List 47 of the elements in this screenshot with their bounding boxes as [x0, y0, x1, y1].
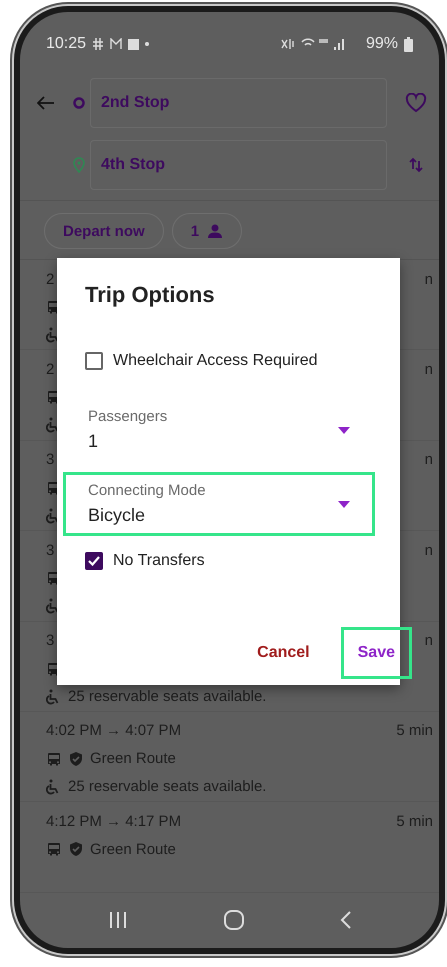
seats-text: 25 reservable seats available. [68, 778, 266, 796]
dot-icon [145, 42, 150, 46]
mail-icon [110, 38, 122, 50]
dialog-title: Trip Options [85, 282, 216, 308]
dropdown-field[interactable]: Connecting Mode Bicycle [63, 472, 375, 536]
status-time: 10:25 [46, 35, 86, 54]
bus-icon [46, 841, 62, 858]
shield-check-icon [68, 841, 84, 858]
trip-time: 2 [46, 360, 54, 378]
back-icon[interactable] [340, 910, 352, 930]
trip-duration: n [424, 632, 433, 650]
seats-text: 25 reservable seats available. [68, 688, 266, 706]
hash-icon [92, 38, 104, 50]
checkbox[interactable] [85, 352, 103, 370]
trip-time: 2 [46, 270, 54, 288]
trip-duration: n [424, 360, 433, 378]
dropdown-field[interactable]: Passengers 1 [63, 398, 375, 462]
trip-duration: n [424, 542, 433, 559]
calendar-icon [128, 38, 140, 50]
checkbox-option[interactable]: Wheelchair Access Required [85, 346, 400, 376]
dropdown-caret-icon [338, 426, 350, 434]
battery-percent: 99% [366, 35, 398, 54]
trip-duration: 5 min [396, 812, 433, 830]
trip-duration: n [424, 451, 433, 468]
save-button[interactable]: Save [340, 627, 412, 679]
trip-time: 3 [46, 542, 54, 559]
back-arrow-icon[interactable] [37, 96, 55, 110]
route-name: Green Route [90, 750, 176, 768]
bus-icon [46, 750, 62, 767]
checkbox-option[interactable]: No Transfers [85, 546, 400, 576]
route-name: Green Route [90, 840, 176, 858]
trip-time: 4:12 PM → 4:17 PM [46, 812, 182, 830]
battery-icon [404, 36, 413, 52]
person-icon [207, 224, 224, 238]
trip-duration: 5 min [396, 722, 433, 740]
shield-check-icon [68, 750, 84, 767]
recent-apps-icon[interactable] [108, 911, 128, 930]
trip-time: 4:02 PM → 4:07 PM [46, 722, 182, 740]
dropdown-caret-icon [338, 500, 350, 508]
checkbox[interactable] [85, 552, 103, 570]
cancel-button[interactable]: Cancel [240, 627, 327, 679]
pin-icon [73, 157, 85, 174]
origin-circle-icon [73, 97, 85, 110]
trip-time: 3 [46, 451, 54, 468]
home-icon[interactable] [222, 909, 244, 932]
trip-time: 3 [46, 632, 54, 650]
trip-duration: n [424, 270, 433, 288]
